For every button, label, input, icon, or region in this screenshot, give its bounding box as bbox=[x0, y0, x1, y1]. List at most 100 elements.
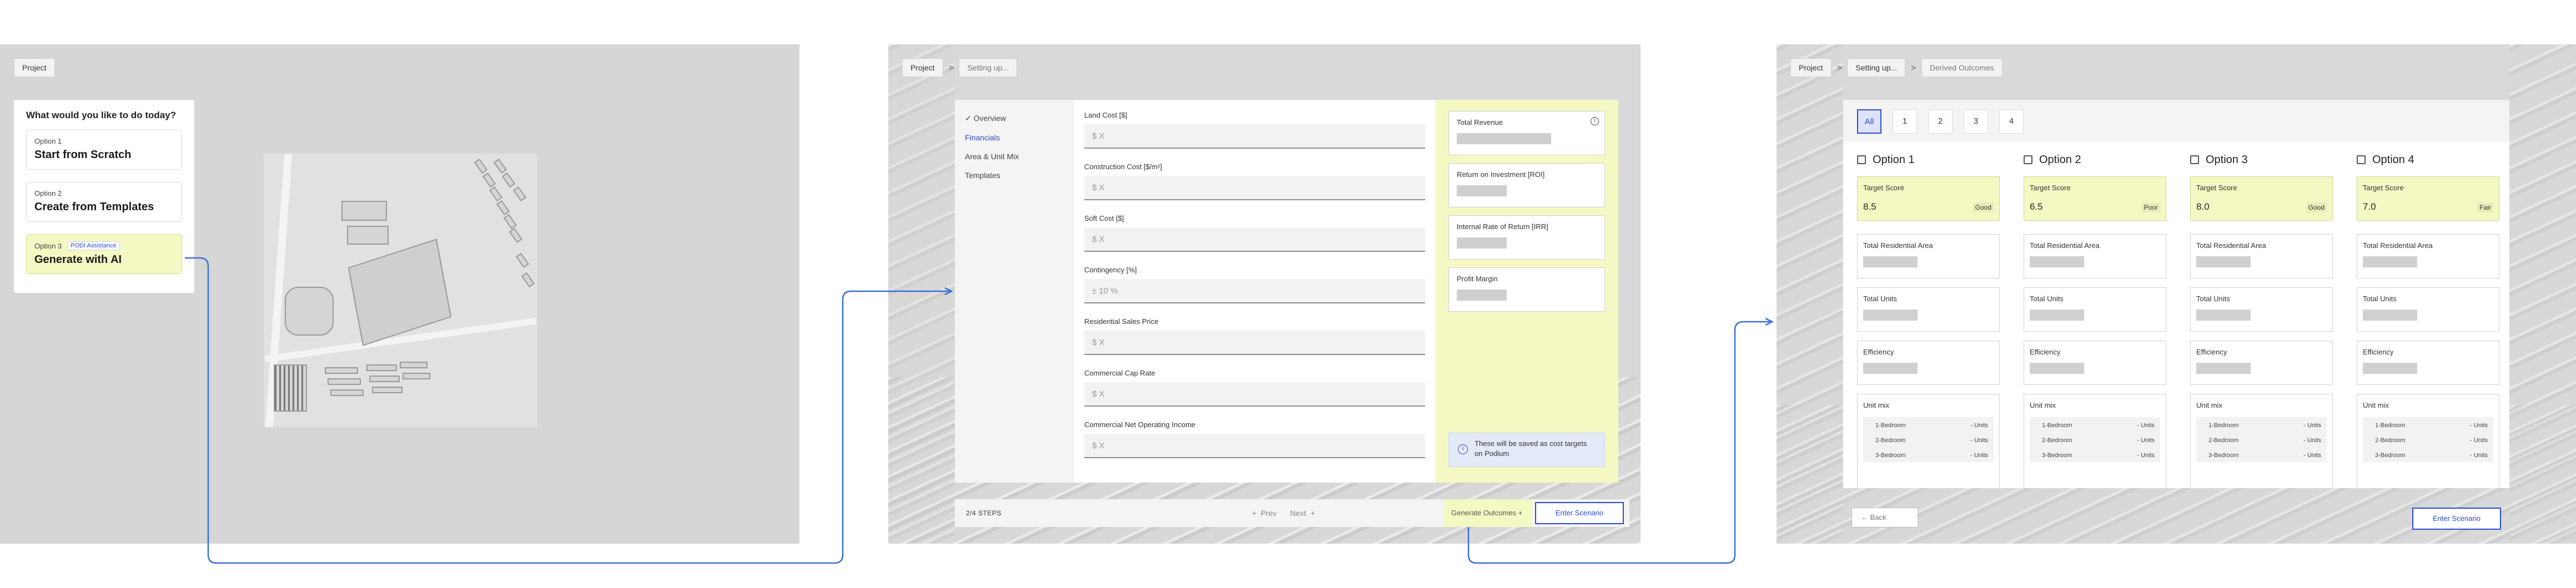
cost-target-note: i These will be saved as cost targets on… bbox=[1448, 433, 1605, 467]
metric-total-residential-area: Total Residential Area bbox=[2024, 234, 2166, 278]
option-checkbox[interactable] bbox=[2357, 155, 2366, 164]
enter-scenario-button[interactable]: Enter Scenario bbox=[1535, 502, 1624, 524]
chip-1[interactable]: 1 bbox=[1893, 109, 1917, 134]
score-value: 8.5 bbox=[1863, 201, 1876, 212]
flow-canvas: Project What would you like to do today?… bbox=[0, 0, 2576, 588]
metric-label: Efficiency bbox=[2030, 348, 2061, 356]
step-counter: 2/4 STEPS bbox=[966, 509, 1002, 517]
commercial-noi-input[interactable]: $ X bbox=[1084, 434, 1425, 458]
unit-type: 2-Bedroom bbox=[1875, 437, 1906, 444]
chip-4[interactable]: 4 bbox=[1999, 109, 2024, 134]
next-button[interactable]: Next + bbox=[1290, 509, 1315, 518]
breadcrumb-project[interactable]: Project bbox=[1790, 58, 1832, 77]
info-icon[interactable]: i bbox=[1591, 117, 1599, 125]
metric-unit-mix: Unit mix 1-Bedroom - Units 2-Bedroom - U… bbox=[1857, 394, 2000, 488]
placeholder-bar bbox=[1457, 133, 1551, 144]
field-label: Residential Sales Price bbox=[1084, 317, 1159, 326]
score-label: Target Score bbox=[2363, 184, 2404, 192]
metric-label: Total Units bbox=[2030, 295, 2064, 303]
unit-type: 2-Bedroom bbox=[2375, 437, 2406, 444]
nav-item-overview[interactable]: ✓ Overview bbox=[965, 114, 1064, 123]
option-header: Option 3 bbox=[2190, 153, 2333, 166]
metric-total-residential-area: Total Residential Area bbox=[2190, 234, 2333, 278]
construction-cost-input[interactable]: $ X bbox=[1084, 176, 1425, 200]
connector-2-arrow-icon bbox=[1765, 317, 1774, 326]
score-rating-badge: Good bbox=[2306, 202, 2327, 212]
placeholder-bar bbox=[2030, 363, 2084, 374]
site-map[interactable] bbox=[264, 154, 537, 427]
metric-total-units: Total Units bbox=[2024, 287, 2166, 332]
metric-unit-mix: Unit mix 1-Bedroom - Units 2-Bedroom - U… bbox=[2190, 394, 2333, 488]
unit-type: 1-Bedroom bbox=[2208, 422, 2239, 429]
unit-mix-row: 3-Bedroom - Units bbox=[2363, 447, 2493, 462]
land-cost-input[interactable]: $ X bbox=[1084, 124, 1425, 149]
option-generate-with-ai[interactable]: Option 3 PODI Assistance Generate with A… bbox=[26, 234, 182, 274]
option-checkbox[interactable] bbox=[1857, 155, 1866, 164]
unit-type: 3-Bedroom bbox=[2208, 452, 2239, 459]
nav-item-financials[interactable]: Financials bbox=[965, 133, 1064, 142]
option-start-from-scratch[interactable]: Option 1 Start from Scratch bbox=[26, 130, 182, 170]
target-score-card: Target Score 6.5 Poor bbox=[2024, 176, 2166, 221]
unit-count: - Units bbox=[1970, 452, 1988, 459]
unit-type: 1-Bedroom bbox=[1875, 422, 1906, 429]
unit-count: - Units bbox=[2470, 422, 2488, 429]
placeholder-bar bbox=[2196, 363, 2251, 374]
metric-label: Unit mix bbox=[1863, 401, 1889, 409]
field-label: Land Cost [$] bbox=[1084, 111, 1128, 119]
metric-total-units: Total Units bbox=[1857, 287, 2000, 332]
metric-label: Unit mix bbox=[2363, 401, 2389, 409]
unit-mix-row: 2-Bedroom - Units bbox=[2030, 432, 2160, 447]
prev-button[interactable]: + Prev bbox=[1252, 509, 1277, 518]
card-title: What would you like to do today? bbox=[26, 110, 177, 120]
chip-3[interactable]: 3 bbox=[1964, 109, 1988, 134]
metric-efficiency: Efficiency bbox=[2357, 341, 2499, 385]
breadcrumb-setting-up[interactable]: Setting up... bbox=[1847, 58, 1906, 77]
metric-label: Total Units bbox=[2196, 295, 2230, 303]
option-checkbox[interactable] bbox=[2024, 155, 2032, 164]
placeholder-bar bbox=[1863, 363, 1918, 374]
financials-window: ✓ Overview Financials Area & Unit Mix Te… bbox=[955, 100, 1618, 483]
generate-outcomes-button[interactable]: Generate Outcomes + bbox=[1443, 499, 1532, 527]
unit-count: - Units bbox=[2303, 437, 2321, 444]
unit-mix-row: 1-Bedroom - Units bbox=[2363, 417, 2493, 432]
breadcrumb: Project bbox=[14, 58, 55, 77]
panel-financials: Project > Setting up... ✓ Overview Finan… bbox=[888, 44, 1641, 544]
option-checkbox[interactable] bbox=[2190, 155, 2199, 164]
option-header: Option 1 bbox=[1857, 153, 2000, 166]
soft-cost-input[interactable]: $ X bbox=[1084, 227, 1425, 252]
nav-item-templates[interactable]: Templates bbox=[965, 171, 1064, 180]
nav-item-area-unit-mix[interactable]: Area & Unit Mix bbox=[965, 152, 1064, 161]
unit-mix-row: 2-Bedroom - Units bbox=[2363, 432, 2493, 447]
unit-count: - Units bbox=[2303, 422, 2321, 429]
unit-type: 2-Bedroom bbox=[2042, 437, 2072, 444]
unit-mix-row: 1-Bedroom - Units bbox=[2030, 417, 2160, 432]
metric-label: Total Residential Area bbox=[2196, 241, 2266, 250]
option-create-from-templates[interactable]: Option 2 Create from Templates bbox=[26, 182, 182, 222]
target-label: Profit Margin bbox=[1457, 275, 1498, 283]
contingency-input[interactable]: ± 10 % bbox=[1084, 279, 1425, 303]
enter-scenario-button[interactable]: Enter Scenario bbox=[2412, 508, 2501, 530]
note-text: These will be saved as cost targets on P… bbox=[1475, 439, 1587, 458]
unit-count: - Units bbox=[2303, 452, 2321, 459]
commercial-cap-rate-input[interactable]: $ X bbox=[1084, 382, 1425, 407]
metric-efficiency: Efficiency bbox=[2190, 341, 2333, 385]
field-label: Commercial Net Operating Income bbox=[1084, 420, 1196, 429]
chip-all[interactable]: All bbox=[1857, 109, 1881, 134]
setup-nav: ✓ Overview Financials Area & Unit Mix Te… bbox=[955, 100, 1074, 483]
residential-sales-price-input[interactable]: $ X bbox=[1084, 331, 1425, 355]
breadcrumb-project[interactable]: Project bbox=[902, 58, 943, 77]
unit-count: - Units bbox=[2470, 437, 2488, 444]
breadcrumb-project[interactable]: Project bbox=[14, 58, 55, 77]
target-label: Total Revenue bbox=[1457, 118, 1503, 126]
breadcrumb-derived-outcomes[interactable]: Derived Outcomes bbox=[1921, 58, 2003, 77]
field-residential-sales-price: Residential Sales Price $ X bbox=[1084, 317, 1425, 355]
target-irr: Internal Rate of Return [IRR] bbox=[1448, 215, 1605, 260]
breadcrumb-setting-up[interactable]: Setting up... bbox=[959, 58, 1018, 77]
chip-2[interactable]: 2 bbox=[1928, 109, 1953, 134]
unit-mix-row: 1-Bedroom - Units bbox=[2196, 417, 2327, 432]
option-number: Option 2 bbox=[34, 189, 62, 197]
placeholder-bar bbox=[1457, 237, 1507, 249]
metric-label: Total Units bbox=[2363, 295, 2397, 303]
placeholder-bar bbox=[2196, 256, 2251, 267]
back-button[interactable]: ← Back bbox=[1852, 508, 1918, 528]
